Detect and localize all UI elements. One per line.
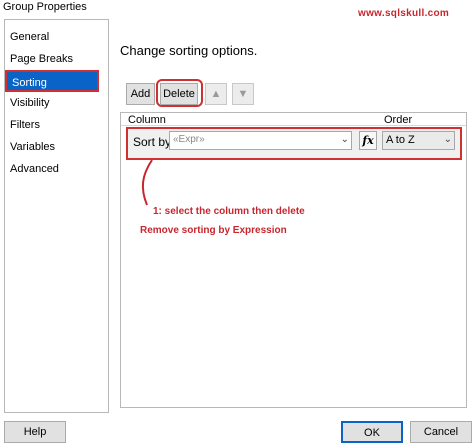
order-value: A to Z (386, 134, 415, 146)
page-title: Change sorting options. (120, 43, 258, 58)
expression-select[interactable]: «Expr» ⌄ (169, 131, 352, 150)
move-down-button[interactable]: ▼ (232, 83, 254, 105)
add-button[interactable]: Add (126, 83, 155, 105)
sidebar: General Page Breaks Sorting Visibility F… (4, 19, 109, 413)
watermark: www.sqlskull.com (358, 8, 450, 19)
sidebar-item-variables[interactable]: Variables (5, 136, 108, 158)
sidebar-item-filters[interactable]: Filters (5, 114, 108, 136)
order-select[interactable]: A to Z ⌄ (382, 131, 455, 150)
sidebar-item-advanced[interactable]: Advanced (5, 158, 108, 180)
sort-by-label: Sort by (133, 135, 172, 149)
arrow-down-icon: ▼ (237, 88, 249, 100)
ok-button[interactable]: OK (341, 421, 403, 443)
expression-value: «Expr» (173, 134, 205, 145)
delete-button[interactable]: Delete (160, 83, 198, 105)
move-up-button[interactable]: ▲ (205, 83, 227, 105)
sidebar-item-page-breaks[interactable]: Page Breaks (5, 48, 108, 70)
sidebar-item-sorting[interactable]: Sorting (5, 70, 99, 92)
window-title: Group Properties (3, 1, 87, 13)
annotation-caption: Remove sorting by Expression (140, 225, 287, 236)
fx-button[interactable]: fx (359, 131, 377, 150)
chevron-down-icon: ⌄ (340, 134, 349, 145)
sidebar-item-visibility[interactable]: Visibility (5, 92, 108, 114)
cancel-button[interactable]: Cancel (410, 421, 472, 443)
annotation-step-1: 1: select the column then delete (153, 206, 305, 217)
arrow-up-icon: ▲ (210, 88, 222, 100)
sidebar-item-general[interactable]: General (5, 26, 108, 48)
header-divider (121, 125, 466, 126)
help-button[interactable]: Help (4, 421, 66, 443)
chevron-down-icon: ⌄ (443, 134, 452, 145)
